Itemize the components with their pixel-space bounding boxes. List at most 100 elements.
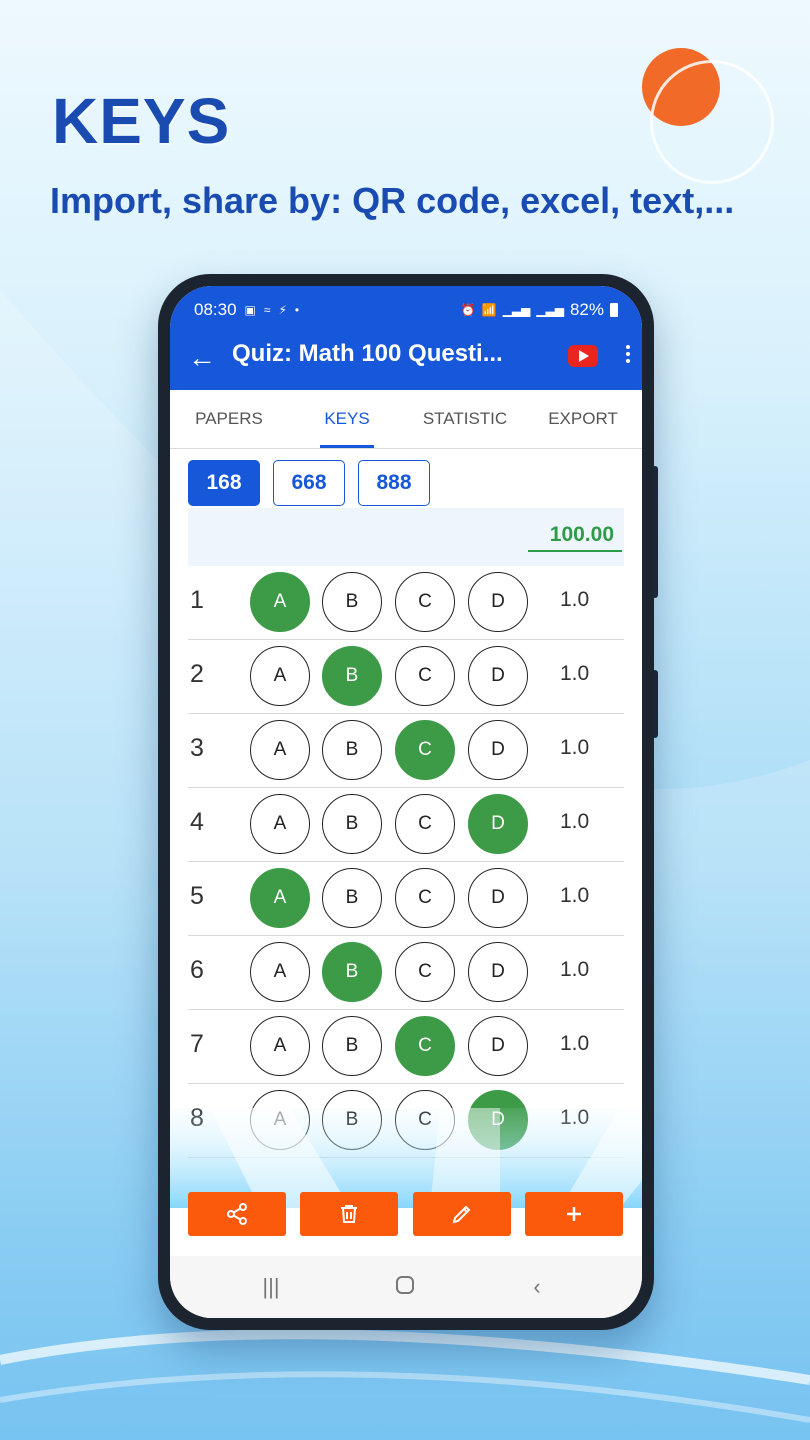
home-icon (396, 1276, 414, 1294)
share-icon (227, 1203, 247, 1225)
option-bubble-d[interactable]: D (468, 720, 528, 780)
battery-icon (610, 303, 618, 317)
key-button-668[interactable]: 668 (273, 460, 345, 506)
edit-button[interactable] (413, 1192, 511, 1236)
question-number: 5 (190, 882, 204, 910)
decorative-ring (650, 60, 774, 184)
question-number: 1 (190, 586, 204, 614)
signal-icon: ▁▃▅ (502, 303, 531, 317)
option-bubble-b[interactable]: B (322, 794, 382, 854)
phone-frame: 08:30 ▣ ≈ ⚡ • ⏰ 📶 ▁▃▅ ▁▃▅ 82% ← Quiz: Ma… (158, 274, 654, 1330)
question-number: 3 (190, 734, 204, 762)
tasker-icon: ⚡ (278, 303, 287, 317)
option-bubble-a[interactable]: A (250, 646, 310, 706)
back-button[interactable]: ← (182, 338, 222, 378)
question-row: 3 A B C D 1.0 (188, 714, 624, 788)
option-bubble-a[interactable]: A (250, 868, 310, 928)
question-row: 6 A B C D 1.0 (188, 936, 624, 1010)
battery-level: 82% (569, 300, 604, 319)
question-score[interactable]: 1.0 (560, 588, 589, 612)
recent-apps-icon[interactable]: ||| (258, 1274, 284, 1300)
option-bubble-c[interactable]: C (395, 942, 455, 1002)
option-bubble-c[interactable]: C (395, 572, 455, 632)
question-score[interactable]: 1.0 (560, 1032, 589, 1056)
option-bubble-b[interactable]: B (322, 1016, 382, 1076)
signal-icon: ▁▃▅ (536, 303, 564, 317)
pencil-icon (452, 1205, 471, 1224)
hero-subtitle: Import, share by: QR code, excel, text,.… (50, 180, 735, 221)
tab-statistic[interactable]: STATISTIC (406, 390, 524, 448)
question-row: 4 A B C D 1.0 (188, 788, 624, 862)
dot-icon: • (294, 303, 300, 317)
wifi-icon: 📶 (481, 303, 497, 317)
status-bar-right: ⏰ 📶 ▁▃▅ ▁▃▅ 82% (461, 300, 618, 320)
add-button[interactable] (525, 1192, 623, 1236)
option-bubble-a[interactable]: A (250, 942, 310, 1002)
option-bubble-c[interactable]: C (395, 720, 455, 780)
option-bubble-b[interactable]: B (322, 720, 382, 780)
option-bubble-a[interactable]: A (250, 720, 310, 780)
option-bubble-b[interactable]: B (322, 942, 382, 1002)
option-bubble-c[interactable]: C (395, 646, 455, 706)
option-bubble-b[interactable]: B (322, 572, 382, 632)
home-button[interactable] (392, 1274, 418, 1300)
option-bubble-d[interactable]: D (468, 646, 528, 706)
question-row: 8 A B C D 1.0 (188, 1084, 624, 1158)
signal-icon: ≈ (263, 303, 271, 317)
question-number: 6 (190, 956, 204, 984)
option-bubble-c[interactable]: C (395, 794, 455, 854)
option-bubble-a[interactable]: A (250, 1016, 310, 1076)
tab-keys[interactable]: KEYS (288, 390, 406, 448)
question-score[interactable]: 1.0 (560, 884, 589, 908)
question-row: 5 A B C D 1.0 (188, 862, 624, 936)
option-bubble-d[interactable]: D (468, 942, 528, 1002)
app-bar: 08:30 ▣ ≈ ⚡ • ⏰ 📶 ▁▃▅ ▁▃▅ 82% ← Quiz: Ma… (170, 286, 642, 390)
option-bubble-c[interactable]: C (395, 1016, 455, 1076)
option-bubble-b[interactable]: B (322, 1090, 382, 1150)
gallery-icon: ▣ (244, 303, 256, 317)
question-score[interactable]: 1.0 (560, 736, 589, 760)
option-bubble-c[interactable]: C (395, 1090, 455, 1150)
arrow-left-icon: ← (188, 342, 216, 373)
option-bubble-d[interactable]: D (468, 1016, 528, 1076)
delete-button[interactable] (300, 1192, 398, 1236)
hero-title: KEYS (52, 85, 231, 157)
more-vertical-icon[interactable] (618, 342, 638, 372)
youtube-icon[interactable] (568, 345, 598, 367)
total-score-row: 100.00 (188, 508, 624, 566)
question-score[interactable]: 1.0 (560, 1106, 589, 1130)
system-nav-bar: ||| ‹ (170, 1256, 642, 1318)
alarm-icon: ⏰ (460, 303, 476, 317)
tab-papers[interactable]: PAPERS (170, 390, 288, 448)
option-bubble-a[interactable]: A (250, 794, 310, 854)
tab-export[interactable]: EXPORT (524, 390, 642, 448)
question-row: 1 A B C D 1.0 (188, 566, 624, 640)
key-button-888[interactable]: 888 (358, 460, 430, 506)
question-row: 2 A B C D 1.0 (188, 640, 624, 714)
option-bubble-d[interactable]: D (468, 572, 528, 632)
trash-icon (341, 1205, 357, 1223)
option-bubble-d[interactable]: D (468, 868, 528, 928)
option-bubble-d[interactable]: D (468, 794, 528, 854)
total-score-field[interactable]: 100.00 (528, 520, 622, 552)
question-score[interactable]: 1.0 (560, 810, 589, 834)
question-score[interactable]: 1.0 (560, 662, 589, 686)
share-button[interactable] (188, 1192, 286, 1236)
option-bubble-d[interactable]: D (468, 1090, 528, 1150)
option-bubble-a[interactable]: A (250, 572, 310, 632)
option-bubble-a[interactable]: A (250, 1090, 310, 1150)
question-number: 2 (190, 660, 204, 688)
back-nav-icon[interactable]: ‹ (524, 1274, 550, 1300)
question-row: 7 A B C D 1.0 (188, 1010, 624, 1084)
status-time: 08:30 (194, 300, 237, 319)
option-bubble-c[interactable]: C (395, 868, 455, 928)
question-number: 7 (190, 1030, 204, 1058)
plus-icon (567, 1207, 581, 1221)
status-bar-left: 08:30 ▣ ≈ ⚡ • (194, 300, 299, 320)
question-score[interactable]: 1.0 (560, 958, 589, 982)
option-bubble-b[interactable]: B (322, 868, 382, 928)
key-button-168[interactable]: 168 (188, 460, 260, 506)
tab-bar: PAPERS KEYS STATISTIC EXPORT (170, 390, 642, 449)
question-number: 4 (190, 808, 204, 836)
option-bubble-b[interactable]: B (322, 646, 382, 706)
